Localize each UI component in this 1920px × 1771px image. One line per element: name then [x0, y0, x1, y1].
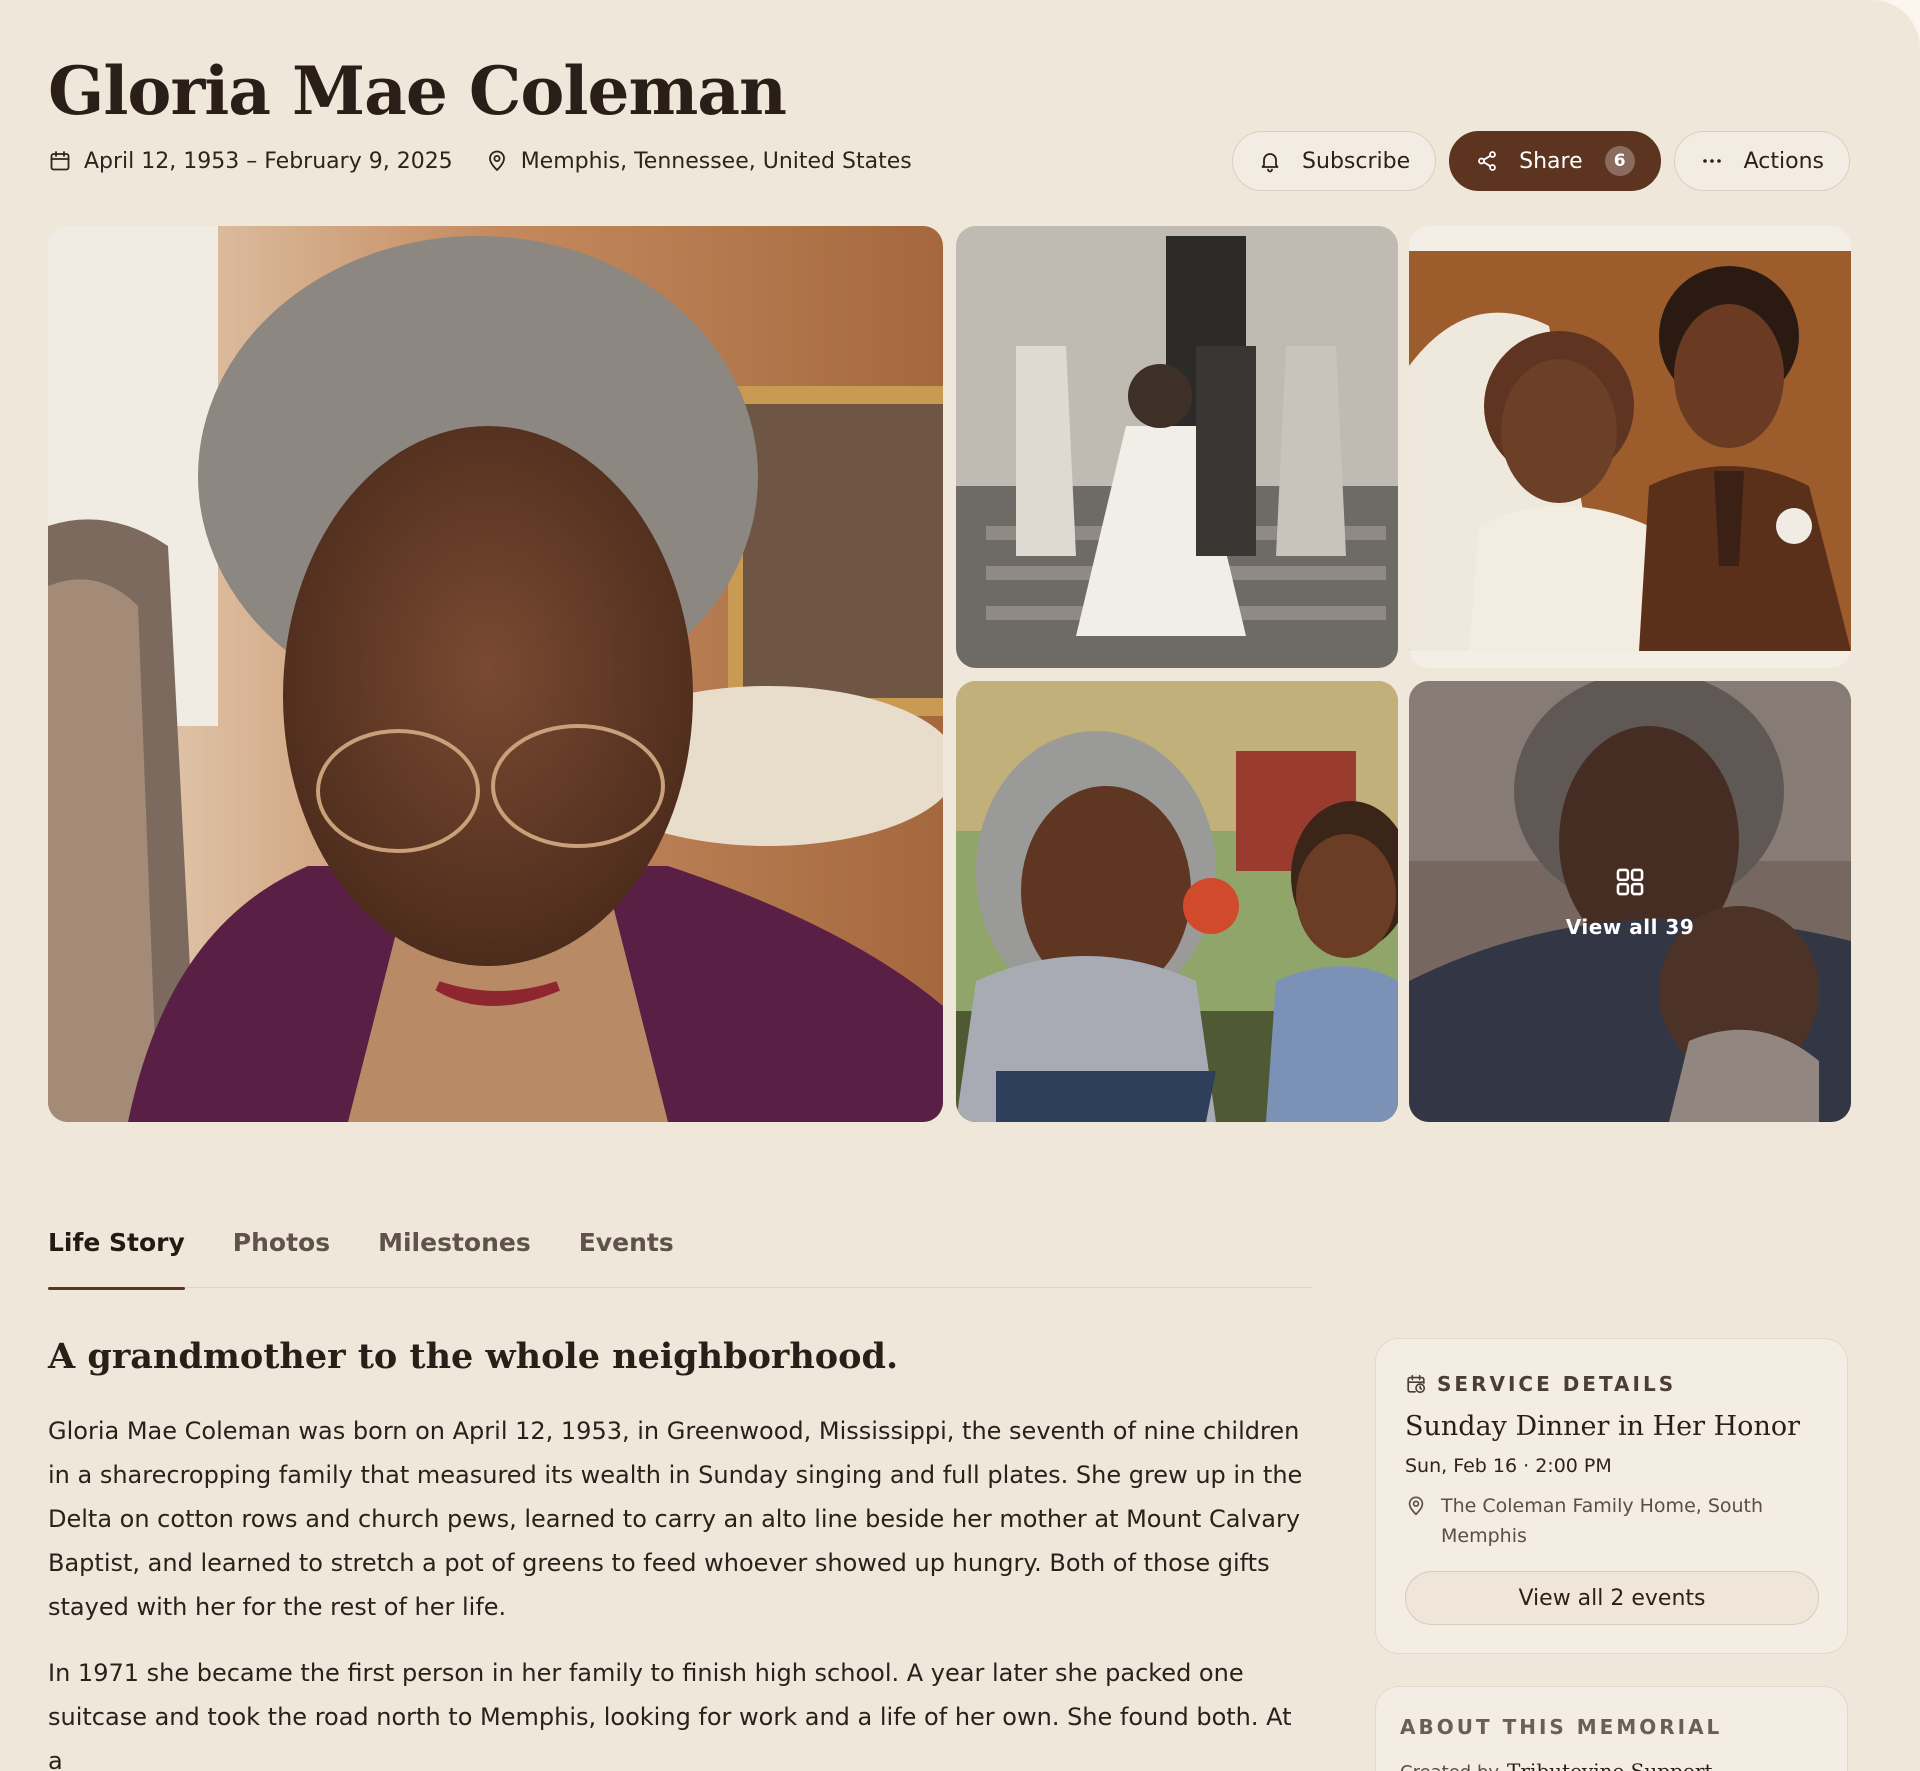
- share-icon: [1478, 151, 1497, 171]
- subscribe-button[interactable]: Subscribe: [1232, 131, 1437, 191]
- actions-button[interactable]: Actions: [1673, 131, 1850, 191]
- story-paragraph: In 1971 she became the first person in h…: [48, 1659, 1292, 1771]
- life-story-section: A grandmother to the whole neighborhood.…: [48, 1336, 1313, 1771]
- dates-item: April 12, 1953 – February 9, 2025: [48, 149, 453, 174]
- photo-gallery: View all 39: [48, 226, 1851, 1122]
- service-eyebrow-label: SERVICE DETAILS: [1437, 1372, 1677, 1396]
- service-eyebrow: SERVICE DETAILS: [1405, 1372, 1676, 1396]
- header-actions: Subscribe Share 6 Actions: [1232, 131, 1850, 191]
- service-location-text: The Coleman Family Home, South Memphis: [1441, 1495, 1764, 1547]
- service-location: The Coleman Family Home, South Memphis: [1405, 1491, 1781, 1551]
- service-name: Sunday Dinner in Her Honor: [1405, 1411, 1800, 1442]
- wedding-photo[interactable]: [1409, 226, 1851, 668]
- story-heading: A grandmother to the whole neighborhood.: [48, 1336, 899, 1377]
- service-datetime: Sun, Feb 16 · 2:00 PM: [1405, 1455, 1612, 1477]
- memorial-tabs: Life Story Photos Milestones Events: [48, 1196, 1313, 1290]
- memorial-dates: April 12, 1953 – February 9, 2025: [84, 148, 453, 174]
- share-count-badge: 6: [1604, 146, 1635, 176]
- service-details-card: SERVICE DETAILS Sunday Dinner in Her Hon…: [1375, 1338, 1848, 1654]
- about-eyebrow: ABOUT THIS MEMORIAL: [1400, 1715, 1723, 1739]
- tab-events[interactable]: Events: [579, 1196, 674, 1288]
- tab-life-story[interactable]: Life Story: [48, 1196, 185, 1290]
- memorial-page: Gloria Mae Coleman April 12, 1953 – Febr…: [0, 0, 1920, 1771]
- more-icon: [1702, 159, 1721, 163]
- created-by: Created by Tributevine Support: [1400, 1759, 1713, 1771]
- bell-icon: [1261, 153, 1279, 173]
- grid-icon: [1616, 868, 1644, 895]
- view-all-photos-tile[interactable]: View all 39: [1409, 681, 1851, 1122]
- share-button[interactable]: Share 6: [1449, 131, 1661, 191]
- created-by-label: Created by: [1400, 1762, 1499, 1771]
- memorial-meta: April 12, 1953 – February 9, 2025 Memphi…: [48, 146, 944, 176]
- tab-milestones[interactable]: Milestones: [378, 1196, 531, 1288]
- actions-label: Actions: [1743, 148, 1824, 174]
- creator-name[interactable]: Tributevine Support: [1507, 1759, 1712, 1771]
- view-all-events-button[interactable]: View all 2 events: [1405, 1571, 1819, 1625]
- story-paragraph: Gloria Mae Coleman was born on April 12,…: [48, 1417, 1303, 1621]
- view-all-overlay[interactable]: View all 39: [1409, 681, 1851, 1122]
- view-all-label: View all 39: [1565, 914, 1695, 939]
- garden-photo[interactable]: [956, 681, 1398, 1122]
- tab-photos[interactable]: Photos: [233, 1196, 330, 1288]
- about-memorial-card: ABOUT THIS MEMORIAL Created by Tributevin…: [1375, 1686, 1848, 1771]
- memorial-name: Gloria Mae Coleman: [48, 52, 787, 130]
- location-item: Memphis, Tennessee, United States: [485, 149, 912, 174]
- calendar-clock-icon: [1407, 1374, 1426, 1394]
- share-label: Share: [1519, 148, 1583, 174]
- memorial-location: Memphis, Tennessee, United States: [520, 148, 912, 174]
- map-pin-icon: [1408, 1496, 1424, 1516]
- map-pin-icon: [488, 150, 505, 172]
- calendar-icon: [50, 151, 70, 171]
- subscribe-label: Subscribe: [1302, 148, 1411, 174]
- childhood-photo[interactable]: [956, 226, 1398, 668]
- main-portrait-photo[interactable]: [48, 226, 943, 1122]
